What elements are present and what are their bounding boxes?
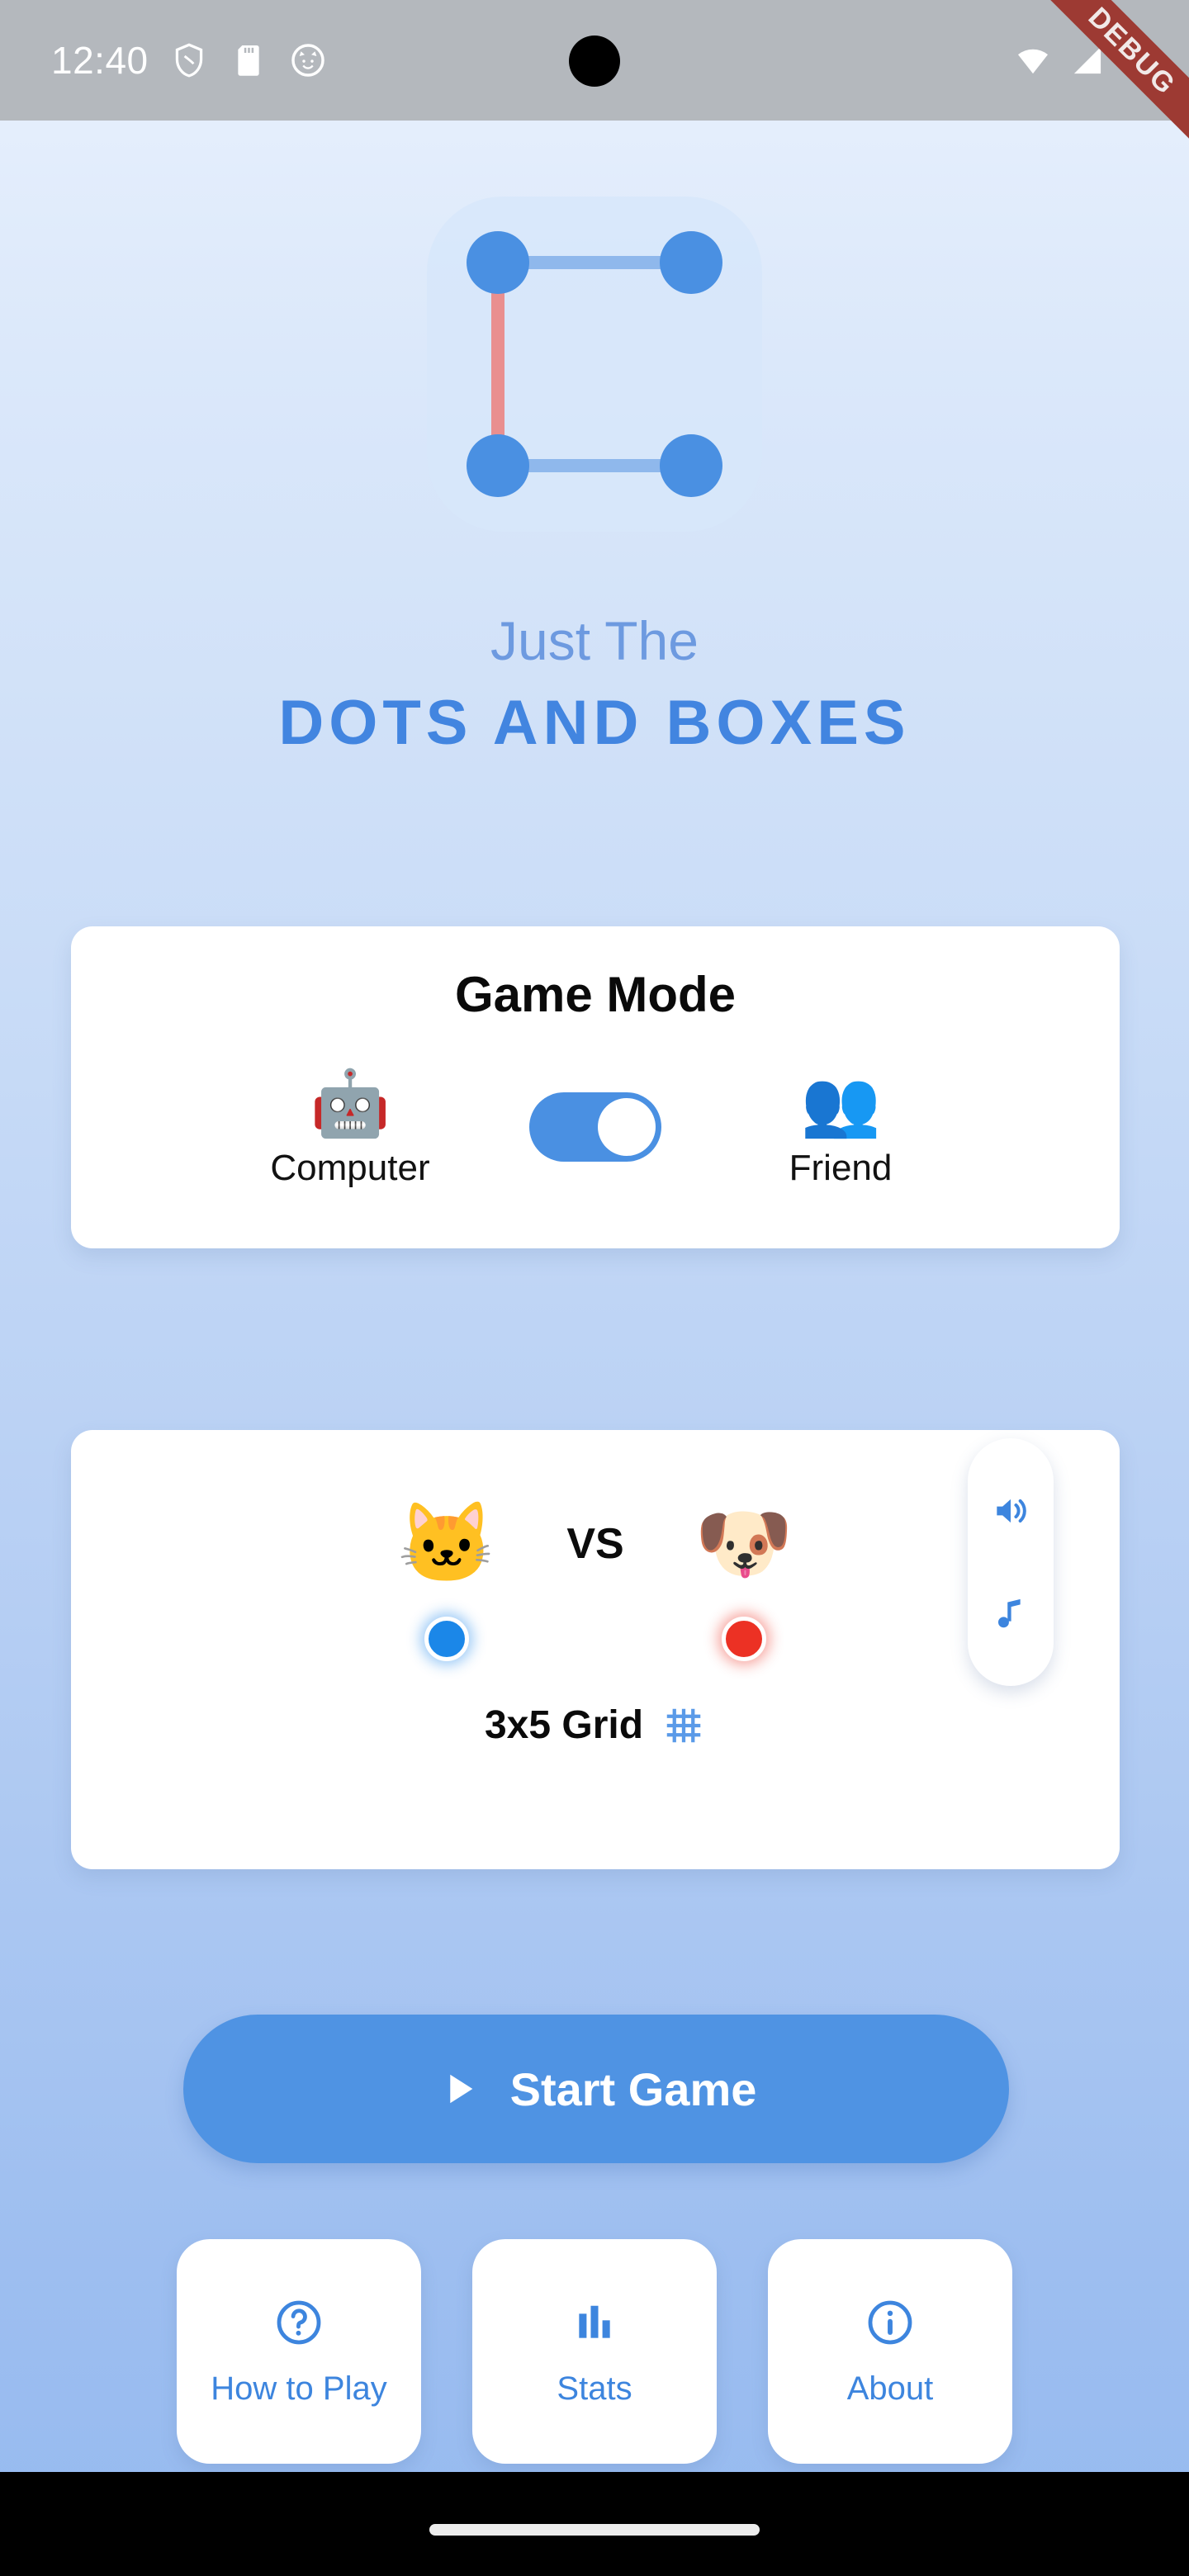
shield-icon (175, 43, 202, 78)
bar-chart-icon (579, 2305, 610, 2338)
player-one-color-dot[interactable] (424, 1617, 469, 1661)
match-avatars: 🐱 VS 🐶 (71, 1494, 1120, 1593)
music-toggle-button[interactable] (988, 1590, 1034, 1636)
bottom-button-row: How to Play Stats About (177, 2239, 1012, 2464)
how-to-play-label: How to Play (211, 2370, 387, 2407)
system-navigation-bar (0, 2472, 1189, 2576)
app-screen: 12:40 DEBUG Just The DOTS AND BOXES Game… (0, 0, 1189, 2576)
game-mode-computer-label: Computer (270, 1148, 430, 1188)
player-one-avatar[interactable]: 🐱 (368, 1494, 525, 1593)
game-mode-heading: Game Mode (454, 967, 737, 1022)
volume-up-icon (997, 1499, 1026, 1523)
about-button[interactable]: About (768, 2239, 1012, 2464)
people-icon: 👥 (800, 1067, 881, 1139)
game-mode-friend-label: Friend (789, 1148, 893, 1188)
wifi-icon (1017, 49, 1049, 74)
about-label: About (846, 2370, 934, 2407)
play-icon (449, 2074, 472, 2104)
music-note-icon (998, 1598, 1021, 1628)
grid-size-selector[interactable]: 3x5 Grid (71, 1702, 1120, 1748)
player-two-avatar[interactable]: 🐶 (666, 1494, 822, 1593)
sd-card-icon (237, 45, 259, 76)
sound-toggle-button[interactable] (988, 1488, 1034, 1534)
app-title-main: DOTS AND BOXES (278, 688, 911, 758)
match-player-colors (71, 1617, 1120, 1661)
help-circle-icon (277, 2300, 321, 2344)
how-to-play-button[interactable]: How to Play (177, 2239, 421, 2464)
home-indicator[interactable] (429, 2524, 760, 2536)
robot-icon: 🤖 (310, 1067, 391, 1139)
grid-icon (666, 1708, 701, 1742)
game-mode-option-friend[interactable]: 👥 Friend (737, 1065, 944, 1189)
app-title-small: Just The (490, 610, 699, 671)
game-mode-card: Game Mode 🤖 Computer 👥 Friend (71, 926, 1120, 1248)
grid-size-label: 3x5 Grid (484, 1703, 644, 1747)
app-logo (427, 197, 762, 532)
game-mode-options: 🤖 Computer 👥 Friend (71, 1065, 1120, 1189)
game-mode-toggle[interactable] (529, 1092, 661, 1162)
stats-label: Stats (557, 2370, 632, 2407)
vs-label: VS (566, 1520, 624, 1568)
status-bar-left: 12:40 (0, 38, 327, 83)
camera-punch-hole (569, 36, 620, 87)
match-setup-card: 🐱 VS 🐶 3x5 Grid (71, 1430, 1120, 1869)
game-mode-toggle-knob (598, 1098, 656, 1156)
start-game-label: Start Game (509, 2062, 757, 2115)
player-two-color-dot[interactable] (722, 1617, 766, 1661)
cat-face-icon (291, 44, 324, 77)
info-circle-icon (868, 2300, 912, 2344)
cellular-signal-icon (1073, 46, 1101, 74)
status-bar-right (1014, 41, 1189, 79)
audio-side-panel (968, 1438, 1054, 1686)
game-mode-option-computer[interactable]: 🤖 Computer (247, 1065, 453, 1189)
battery-icon (1134, 45, 1150, 74)
stats-button[interactable]: Stats (472, 2239, 717, 2464)
app-logo-graphic (467, 231, 722, 497)
start-game-button[interactable]: Start Game (183, 2015, 1009, 2163)
status-bar-clock: 12:40 (51, 39, 149, 82)
